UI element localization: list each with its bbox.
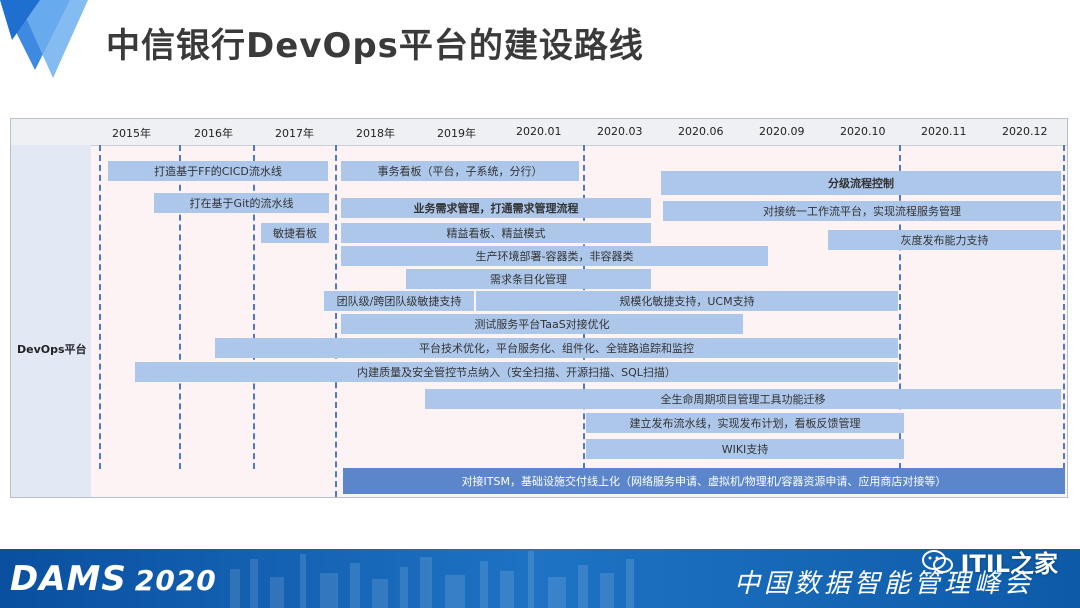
roadmap-timeline: 2015年 2016年 2017年 2018年 2019年 2020.01 20… [10, 118, 1068, 498]
period-label: 2018年 [356, 127, 395, 140]
wechat-icon [922, 549, 954, 573]
brand-text: DAMS [10, 559, 127, 599]
roadmap-bar: 对接统一工作流平台，实现流程服务管理 [663, 201, 1061, 221]
row-label-devops: DevOps平台 [17, 343, 87, 356]
roadmap-bar: 内建质量及安全管控节点纳入（安全扫描、开源扫描、SQL扫描） [135, 362, 898, 382]
roadmap-bar: 生产环境部署-容器类，非容器类 [341, 246, 768, 266]
period-label: 2020.06 [678, 125, 724, 138]
roadmap-bar: 敏捷看板 [261, 223, 329, 243]
roadmap-bar: 精益看板、精益模式 [341, 223, 651, 243]
roadmap-bar: 平台技术优化，平台服务化、组件化、全链路追踪和监控 [215, 338, 898, 358]
period-label: 2015年 [112, 127, 151, 140]
roadmap-bar: 事务看板（平台，子系统，分行） [341, 161, 579, 181]
timeline-header: 2015年 2016年 2017年 2018年 2019年 2020.01 20… [11, 119, 1067, 146]
conference-footer: DAMS 2020 中国数据智能管理峰会 [0, 549, 1080, 608]
period-label: 2020.03 [597, 125, 643, 138]
roadmap-bar: 打造基于FF的CICD流水线 [108, 161, 328, 181]
milestone-line [335, 145, 337, 497]
row-label-column: DevOps平台 [11, 145, 91, 497]
period-label: 2017年 [275, 127, 314, 140]
wechat-watermark: ITIL之家 [922, 544, 1058, 579]
watermark-text: ITIL之家 [960, 550, 1058, 578]
brand-year: 2020 [134, 564, 217, 597]
period-label: 2020.01 [516, 125, 562, 138]
roadmap-bar: 规模化敏捷支持，UCM支持 [476, 291, 898, 311]
period-label: 2020.10 [840, 125, 886, 138]
roadmap-bar: 分级流程控制 [661, 171, 1061, 195]
period-label: 2020.09 [759, 125, 805, 138]
roadmap-bar: 需求条目化管理 [406, 269, 651, 289]
period-label: 2016年 [194, 127, 233, 140]
period-label: 2019年 [437, 127, 476, 140]
milestone-line [1063, 145, 1065, 469]
roadmap-bar: 全生命周期项目管理工具功能迁移 [425, 389, 1061, 409]
roadmap-bar: 测试服务平台TaaS对接优化 [341, 314, 743, 334]
roadmap-bar: 业务需求管理，打通需求管理流程 [341, 198, 651, 218]
roadmap-bar-itsm: 对接ITSM，基础设施交付线上化（网络服务申请、虚拟机/物理机/容器资源申请、应… [343, 468, 1065, 494]
period-label: 2020.12 [1002, 125, 1048, 138]
roadmap-bar: 建立发布流水线，实现发布计划，看板反馈管理 [586, 413, 904, 433]
logo-triangles [0, 0, 88, 78]
roadmap-bar: WIKI支持 [586, 439, 904, 459]
period-label: 2020.11 [921, 125, 967, 138]
roadmap-bar: 团队级/跨团队级敏捷支持 [324, 291, 474, 311]
roadmap-bar: 灰度发布能力支持 [828, 230, 1061, 250]
milestone-line [99, 145, 101, 469]
page-title: 中信银行DevOps平台的建设路线 [106, 26, 644, 66]
dams-logo: DAMS 2020 [10, 559, 217, 599]
roadmap-bar: 打在基于Git的流水线 [154, 193, 329, 213]
